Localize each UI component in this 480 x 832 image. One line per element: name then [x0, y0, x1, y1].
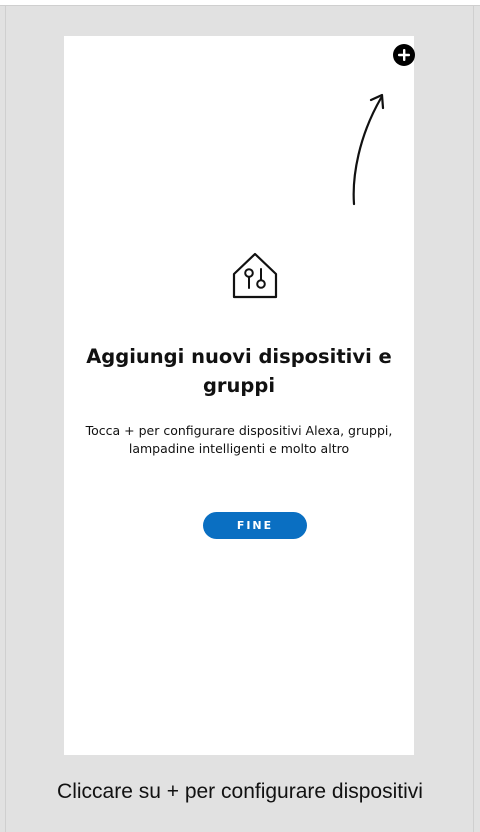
smart-home-icon: [232, 252, 278, 299]
screen-title: Aggiungi nuovi dispositivi e gruppi: [64, 342, 414, 400]
done-button[interactable]: FINE: [203, 512, 307, 539]
screen-description: Tocca + per configurare dispositivi Alex…: [85, 423, 393, 456]
screen-title-text: Aggiungi nuovi dispositivi e gruppi: [86, 345, 392, 397]
app-screen: Aggiungi nuovi dispositivi e gruppi Tocc…: [64, 36, 415, 755]
plus-icon: [398, 49, 410, 61]
tutorial-page: Aggiungi nuovi dispositivi e gruppi Tocc…: [0, 0, 480, 832]
tutorial-caption: Cliccare su + per configurare dispositiv…: [57, 780, 423, 803]
add-device-button[interactable]: [393, 44, 415, 66]
arrow-up-icon: [352, 93, 385, 206]
